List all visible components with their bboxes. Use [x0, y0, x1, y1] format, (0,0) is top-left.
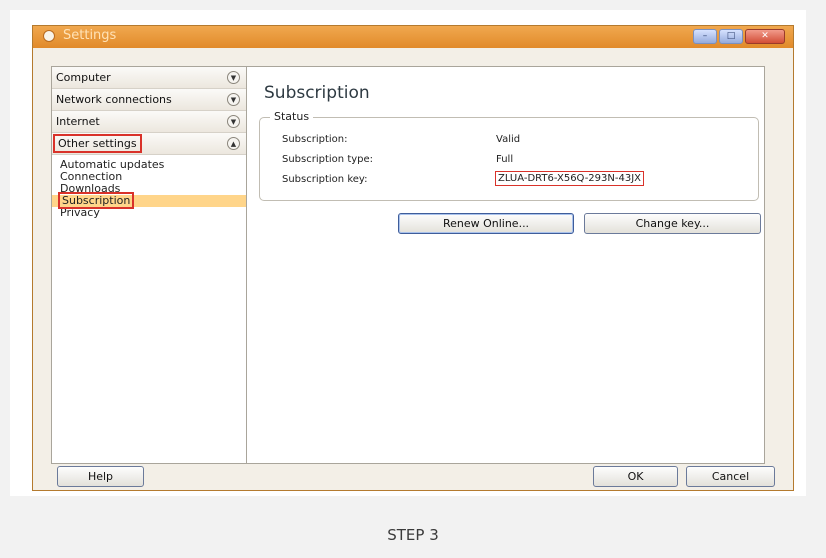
chevron-down-icon[interactable]: ▼ [227, 71, 240, 84]
change-key-button[interactable]: Change key... [584, 213, 761, 234]
settings-window: Settings – □ ✕ Computer ▼ Network connec… [32, 25, 794, 491]
nav-item-label: Privacy [60, 206, 100, 219]
help-button[interactable]: Help [57, 466, 144, 487]
subscription-panel: Subscription Status Subscription: Valid … [246, 66, 765, 464]
title-bar[interactable]: Settings – □ ✕ [33, 26, 793, 48]
nav-section-computer[interactable]: Computer ▼ [52, 67, 246, 89]
ok-button[interactable]: OK [593, 466, 678, 487]
chevron-down-icon[interactable]: ▼ [227, 115, 240, 128]
subscription-key-label: Subscription key: [282, 174, 368, 185]
nav-section-other-settings[interactable]: Other settings ▲ [52, 133, 246, 155]
subscription-label: Subscription: [282, 134, 348, 145]
window-title: Settings [63, 28, 117, 43]
other-settings-items: Automatic updates Connection Downloads S… [52, 155, 246, 219]
subscription-type-value: Full [496, 154, 514, 165]
nav-section-label: Other settings [53, 134, 142, 153]
renew-online-button[interactable]: Renew Online... [398, 213, 574, 234]
status-group: Status Subscription: Valid Subscription … [259, 110, 759, 201]
settings-nav: Computer ▼ Network connections ▼ Interne… [51, 66, 247, 464]
chevron-up-icon[interactable]: ▲ [227, 137, 240, 150]
maximize-button[interactable]: □ [719, 29, 743, 44]
nav-section-network-connections[interactable]: Network connections ▼ [52, 89, 246, 111]
subscription-value: Valid [496, 134, 521, 145]
minimize-button[interactable]: – [693, 29, 717, 44]
nav-section-label: Internet [56, 115, 100, 128]
nav-section-internet[interactable]: Internet ▼ [52, 111, 246, 133]
close-button[interactable]: ✕ [745, 29, 785, 44]
status-group-label: Status [270, 110, 314, 123]
subscription-key-value: ZLUA-DRT6-X56Q-293N-43JX [494, 171, 645, 186]
nav-section-label: Computer [56, 71, 111, 84]
page-title: Subscription [264, 83, 370, 103]
subscription-type-label: Subscription type: [282, 154, 374, 165]
app-shield-icon [43, 30, 55, 42]
step-caption: STEP 3 [387, 526, 439, 544]
cancel-button[interactable]: Cancel [686, 466, 775, 487]
chevron-down-icon[interactable]: ▼ [227, 93, 240, 106]
nav-section-label: Network connections [56, 93, 172, 106]
nav-item-privacy[interactable]: Privacy [52, 207, 246, 219]
